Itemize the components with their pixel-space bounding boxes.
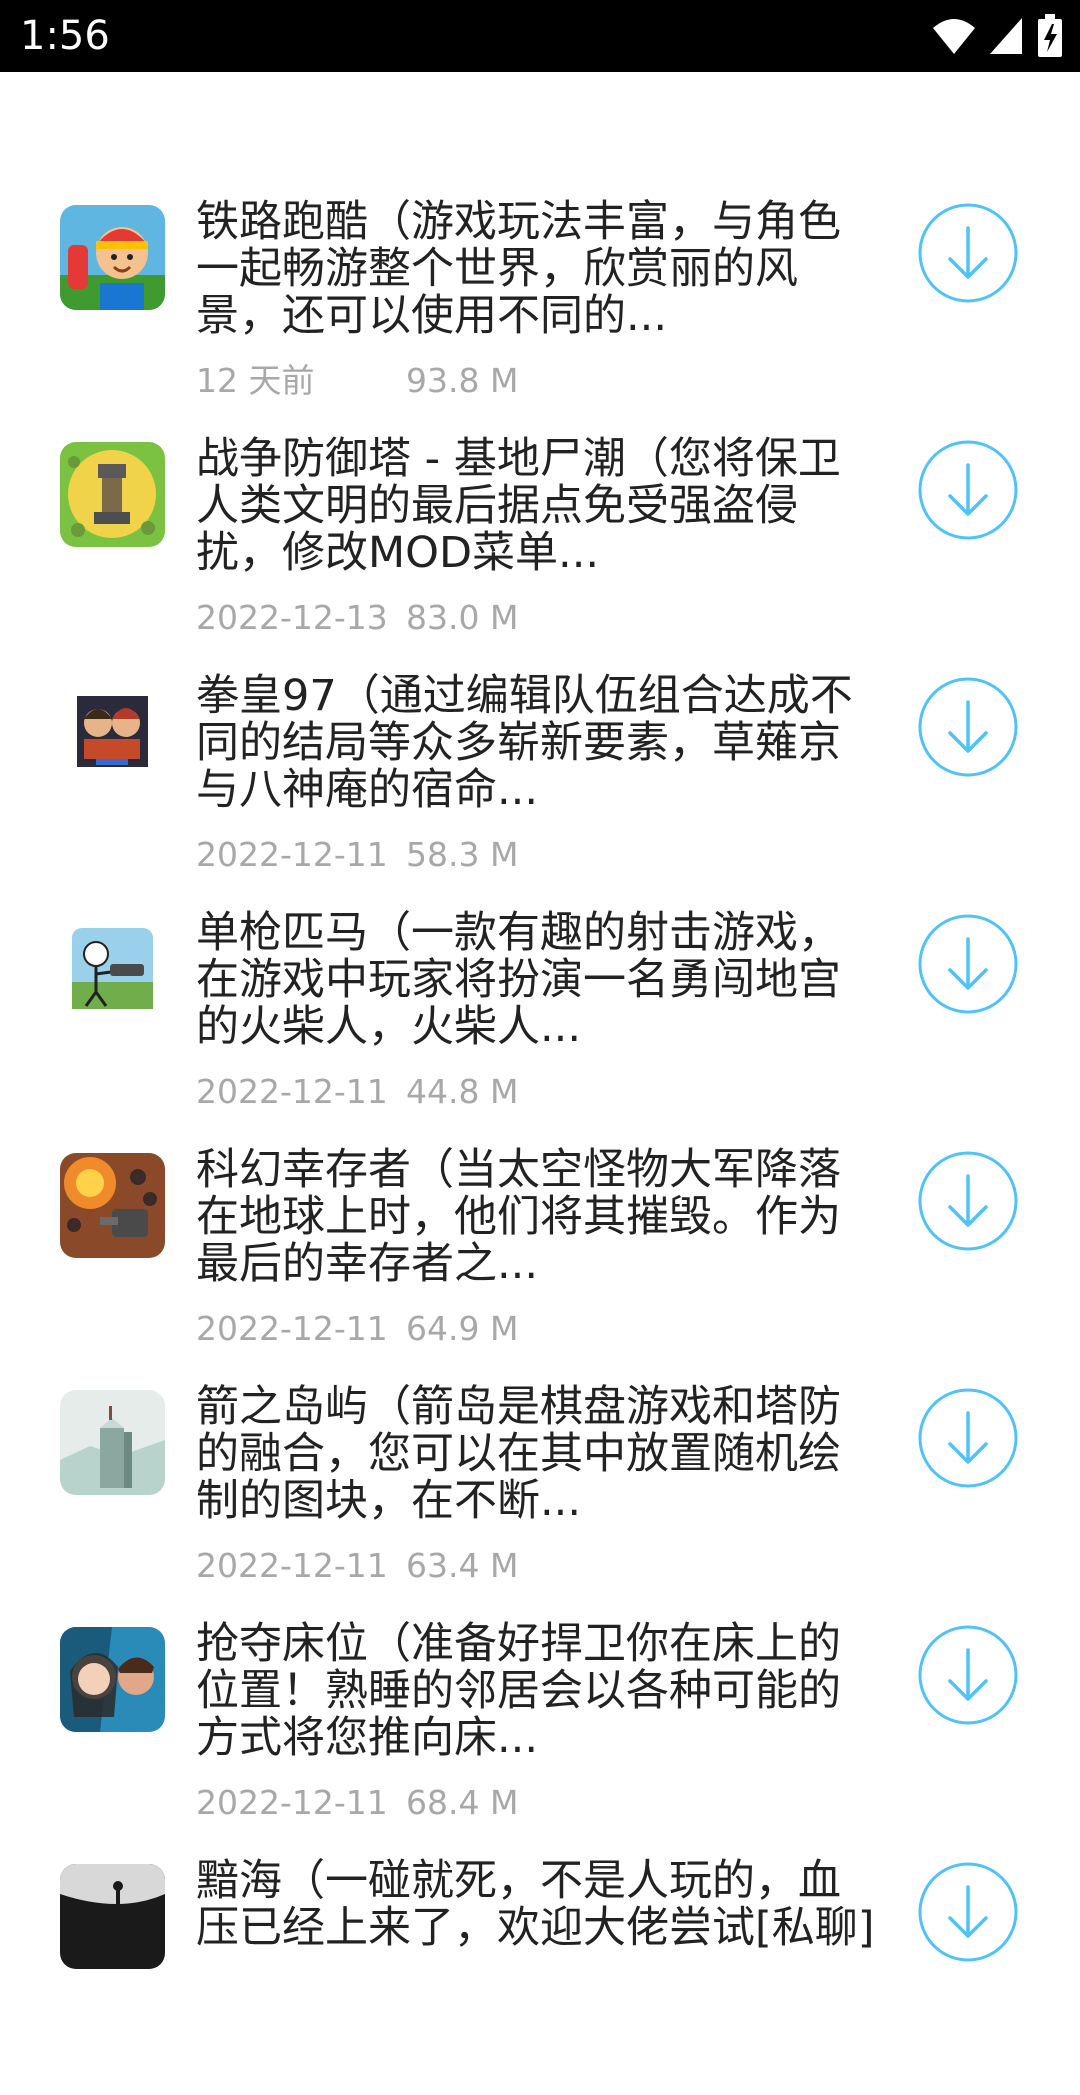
download-icon	[918, 1862, 1018, 1962]
download-icon	[918, 203, 1018, 303]
app-size: 64.9 M	[406, 1309, 519, 1348]
app-date: 2022-12-11	[196, 835, 388, 874]
download-icon	[918, 1625, 1018, 1725]
app-size: 63.4 M	[406, 1546, 519, 1585]
status-icons	[932, 14, 1064, 58]
app-date: 2022-12-11	[196, 1783, 388, 1822]
download-button[interactable]	[918, 914, 1018, 1014]
app-title[interactable]: 拳皇97（通过编辑队伍组合达成不 同的结局等众多崭新要素，草薙京 与八神庵的宿命…	[196, 673, 918, 814]
app-meta: 2022-12-11 44.8 M	[196, 1072, 518, 1112]
signal-icon	[990, 18, 1022, 54]
download-icon	[918, 1151, 1018, 1251]
app-meta: 2022-12-11 68.4 M	[196, 1783, 518, 1823]
app-title[interactable]: 战争防御塔 - 基地尸潮（您将保卫 人类文明的最后据点免受强盗侵 扰，修改MOD…	[196, 436, 918, 577]
download-icon	[918, 440, 1018, 540]
list-item[interactable]: 铁路跑酷（游戏玩法丰富，与角色 一起畅游整个世界，欣赏丽的风 景，还可以使用不同…	[0, 199, 1080, 436]
download-icon	[918, 677, 1018, 777]
app-size: 83.0 M	[406, 598, 519, 637]
app-date: 12 天前	[196, 361, 315, 400]
subway-runner-icon	[60, 205, 165, 310]
app-title[interactable]: 单枪匹马（一款有趣的射击游戏， 在游戏中玩家将扮演一名勇闯地宫 的火柴人，火柴人…	[196, 910, 918, 1051]
kof97-icon	[60, 679, 165, 784]
list-item[interactable]: 战争防御塔 - 基地尸潮（您将保卫 人类文明的最后据点免受强盗侵 扰，修改MOD…	[0, 436, 1080, 673]
status-bar: 1:56	[0, 0, 1080, 72]
app-date: 2022-12-11	[196, 1309, 388, 1348]
tower-defense-icon	[60, 442, 165, 547]
status-time: 1:56	[20, 13, 110, 59]
list-item[interactable]: 单枪匹马（一款有趣的射击游戏， 在游戏中玩家将扮演一名勇闯地宫 的火柴人，火柴人…	[0, 910, 1080, 1147]
download-button[interactable]	[918, 440, 1018, 540]
download-button[interactable]	[918, 677, 1018, 777]
app-date: 2022-12-11	[196, 1072, 388, 1111]
app-size: 44.8 M	[406, 1072, 519, 1111]
list-item[interactable]: 黯海（一碰就死，不是人玩的，血 压已经上来了，欢迎大佬尝试[私聊]	[0, 1858, 1080, 2095]
app-title[interactable]: 箭之岛屿（箭岛是棋盘游戏和塔防 的融合，您可以在其中放置随机绘 制的图块，在不断…	[196, 1384, 918, 1525]
app-meta	[196, 2020, 406, 2060]
download-icon	[918, 1388, 1018, 1488]
app-size: 68.4 M	[406, 1783, 519, 1822]
app-meta: 2022-12-11 58.3 M	[196, 835, 518, 875]
download-button[interactable]	[918, 1151, 1018, 1251]
app-title[interactable]: 黯海（一碰就死，不是人玩的，血 压已经上来了，欢迎大佬尝试[私聊]	[196, 1858, 918, 1999]
app-title[interactable]: 抢夺床位（准备好捍卫你在床上的 位置！熟睡的邻居会以各种可能的 方式将您推向床.…	[196, 1621, 918, 1762]
app-meta: 12 天前 93.8 M	[196, 361, 518, 401]
stickman-shooter-icon	[60, 916, 165, 1021]
download-button[interactable]	[918, 1862, 1018, 1962]
bed-fight-icon	[60, 1627, 165, 1732]
app-title[interactable]: 科幻幸存者（当太空怪物大军降落 在地球上时，他们将其摧毁。作为 最后的幸存者之.…	[196, 1147, 918, 1288]
app-meta: 2022-12-11 63.4 M	[196, 1546, 518, 1586]
arrow-island-icon	[60, 1390, 165, 1495]
download-icon	[918, 914, 1018, 1014]
app-list: 铁路跑酷（游戏玩法丰富，与角色 一起畅游整个世界，欣赏丽的风 景，还可以使用不同…	[0, 199, 1080, 2095]
list-item[interactable]: 箭之岛屿（箭岛是棋盘游戏和塔防 的融合，您可以在其中放置随机绘 制的图块，在不断…	[0, 1384, 1080, 1621]
scifi-survivor-icon	[60, 1153, 165, 1258]
list-item[interactable]: 抢夺床位（准备好捍卫你在床上的 位置！熟睡的邻居会以各种可能的 方式将您推向床.…	[0, 1621, 1080, 1858]
wifi-icon	[933, 19, 975, 54]
download-button[interactable]	[918, 203, 1018, 303]
app-date: 2022-12-13	[196, 598, 388, 637]
download-button[interactable]	[918, 1388, 1018, 1488]
app-meta: 2022-12-11 64.9 M	[196, 1309, 518, 1349]
app-title[interactable]: 铁路跑酷（游戏玩法丰富，与角色 一起畅游整个世界，欣赏丽的风 景，还可以使用不同…	[196, 199, 918, 340]
dark-sea-icon	[60, 1864, 165, 1969]
app-size: 93.8 M	[406, 361, 519, 400]
battery-charging-icon	[1038, 14, 1062, 57]
download-button[interactable]	[918, 1625, 1018, 1725]
app-size: 58.3 M	[406, 835, 519, 874]
list-item[interactable]: 科幻幸存者（当太空怪物大军降落 在地球上时，他们将其摧毁。作为 最后的幸存者之.…	[0, 1147, 1080, 1384]
list-item[interactable]: 拳皇97（通过编辑队伍组合达成不 同的结局等众多崭新要素，草薙京 与八神庵的宿命…	[0, 673, 1080, 910]
app-date: 2022-12-11	[196, 1546, 388, 1585]
app-meta: 2022-12-13 83.0 M	[196, 598, 518, 638]
